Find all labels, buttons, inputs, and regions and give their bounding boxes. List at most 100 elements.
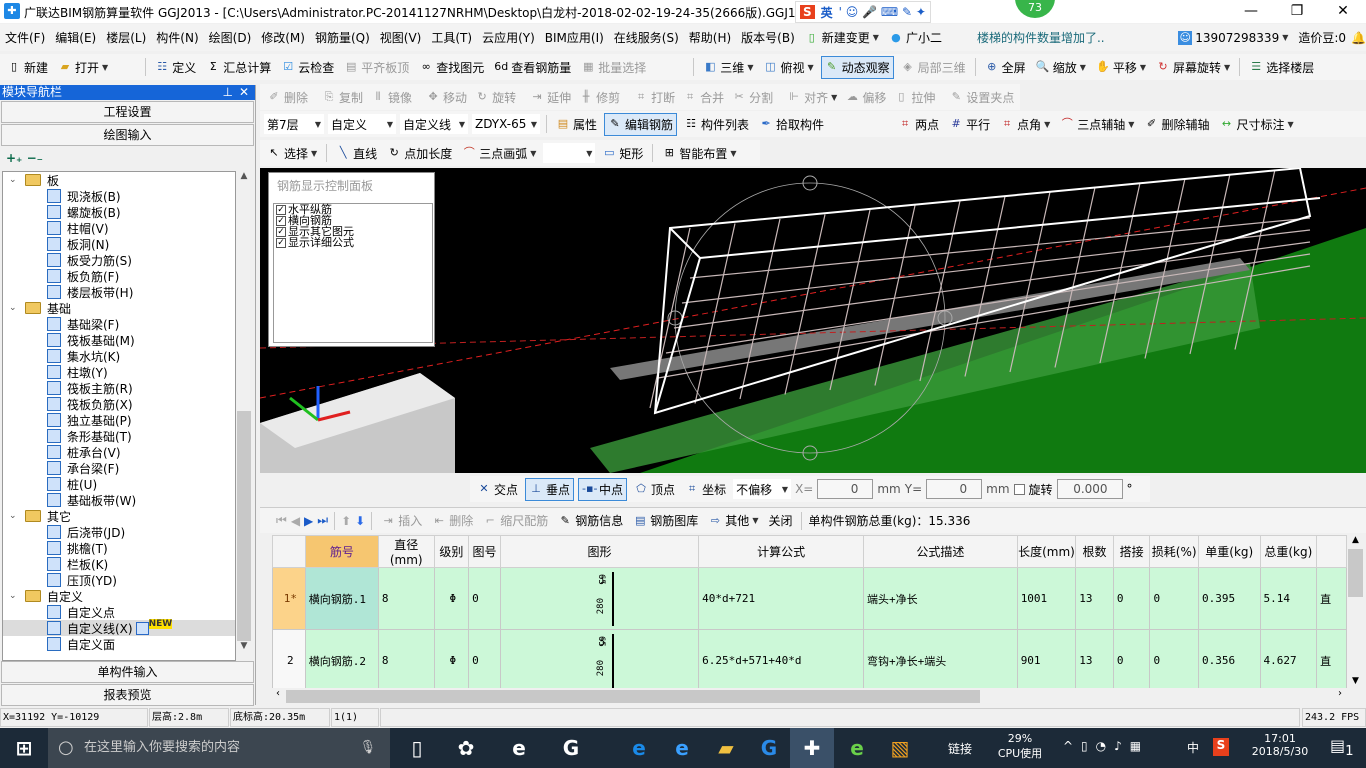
chevron-down-icon[interactable]: ⌄ xyxy=(9,175,19,185)
first-record-icon[interactable]: ⏮ xyxy=(276,513,287,528)
column-header[interactable]: 损耗(%) xyxy=(1149,535,1199,568)
rotate-screen-button[interactable]: ↻ 屏幕旋转 ▼ xyxy=(1153,57,1233,78)
menu-help[interactable]: 帮助(H) xyxy=(684,29,736,46)
cell[interactable]: 直 xyxy=(1316,629,1347,688)
minimize-button[interactable]: — xyxy=(1228,0,1274,23)
link-toolbar[interactable]: 链接 xyxy=(948,740,972,757)
floor-select[interactable]: 第7层 ▼ xyxy=(264,114,324,134)
move-button[interactable]: ✥ 移动 xyxy=(423,87,470,108)
trim-button[interactable]: ╫ 修剪 xyxy=(576,87,623,108)
cell[interactable]: 横向钢筋.1 xyxy=(304,567,379,630)
close-button[interactable]: ✕ xyxy=(1320,0,1366,23)
tree-item[interactable]: 条形基础(T) xyxy=(3,428,235,444)
notice-link[interactable]: 楼梯的构件数量增加了.. xyxy=(977,29,1173,46)
mic-icon[interactable]: 🎙 xyxy=(359,728,376,768)
pick-component-button[interactable]: ✒ 拾取构件 xyxy=(756,114,827,135)
y-input[interactable]: 0 xyxy=(926,479,983,499)
cell[interactable]: 0 xyxy=(1149,629,1199,688)
action-center-icon[interactable]: ▤1 xyxy=(1330,736,1354,759)
tree-group[interactable]: ⌄ 基础 xyxy=(3,300,235,316)
snap-mid-button[interactable]: -▪- 中点 xyxy=(578,477,628,501)
task-view-icon[interactable]: ▯ xyxy=(403,734,431,762)
cell[interactable]: 0 xyxy=(1112,629,1151,688)
speed-badge[interactable]: 73 xyxy=(1015,0,1055,18)
column-header[interactable]: 根数 xyxy=(1075,535,1114,568)
restore-button[interactable]: ❐ xyxy=(1274,0,1320,23)
pin-icon[interactable]: ⊥ xyxy=(223,85,233,100)
shape-cell[interactable]: 65 1 280 xyxy=(499,567,700,630)
snap-perp-button[interactable]: ⊥ 垂点 xyxy=(525,477,575,501)
chevron-down-icon[interactable]: ⌄ xyxy=(9,511,19,521)
tree-item[interactable]: 现浇板(B) xyxy=(3,188,235,204)
stretch-button[interactable]: ▯ 拉伸 xyxy=(891,87,938,108)
tree-item[interactable]: 集水坑(K) xyxy=(3,348,235,364)
expand-collapse-icons[interactable]: +₊ −₋ xyxy=(0,147,255,167)
cell[interactable]: 1001 xyxy=(1016,567,1077,630)
copy-button[interactable]: ⎘ 复制 xyxy=(319,87,366,108)
column-header[interactable]: 长度(mm) xyxy=(1016,535,1077,568)
split-button[interactable]: ✂ 分割 xyxy=(729,87,776,108)
tree-group[interactable]: ⌄ 自定义 xyxy=(3,588,235,604)
delete-axis-button[interactable]: ✐ 删除辅轴 xyxy=(1141,114,1212,135)
cell[interactable]: 横向钢筋.2 xyxy=(304,629,379,688)
move-up-icon[interactable]: ⬆ xyxy=(341,514,351,528)
cell[interactable]: 直 xyxy=(1316,567,1347,630)
align-button[interactable]: ⊩ 对齐 ▼ xyxy=(784,87,840,108)
tree-item[interactable]: 承台梁(F) xyxy=(3,460,235,476)
user-account[interactable]: ☺ 13907298339 ▼ xyxy=(1173,30,1293,45)
cell[interactable]: 8 xyxy=(377,629,435,688)
cell[interactable]: 13 xyxy=(1075,629,1114,688)
edge-icon[interactable]: e xyxy=(625,734,653,762)
menu-rebar[interactable]: 钢筋量(Q) xyxy=(310,29,375,46)
tree-item[interactable]: 柱墩(Y) xyxy=(3,364,235,380)
ime-lang[interactable]: 英 xyxy=(821,4,833,21)
smart-layout-button[interactable]: ⊞ 智能布置 ▼ xyxy=(659,143,739,164)
menu-bim[interactable]: BIM应用(I) xyxy=(540,29,609,46)
sum-calc-button[interactable]: Σ 汇总计算 xyxy=(203,57,274,78)
cell[interactable]: Φ xyxy=(433,567,470,630)
two-point-axis-button[interactable]: ⌗ 两点 xyxy=(895,114,942,135)
cell[interactable]: 6.25*d+571+40*d xyxy=(698,629,865,688)
offset-select[interactable]: 不偏移 ▼ xyxy=(733,479,792,499)
cell[interactable]: Φ xyxy=(433,629,470,688)
shape-cell[interactable]: 65 5 280 xyxy=(499,629,700,688)
ie-icon[interactable]: e xyxy=(668,734,696,762)
rectangle-button[interactable]: ▭ 矩形 xyxy=(599,143,646,164)
find-button[interactable]: ∞ 查找图元 xyxy=(416,57,487,78)
orbit-button[interactable]: ✎ 动态观察 xyxy=(820,55,894,79)
start-button[interactable]: ⊞ xyxy=(10,734,38,762)
report-preview-button[interactable]: 报表预览 xyxy=(1,684,254,706)
table-row[interactable]: 2 横向钢筋.2 8 Φ 0 65 5 280 6.25*d+571+40*d 弯钩+净长+… xyxy=(272,629,1347,688)
point-length-button[interactable]: ↻ 点加长度 xyxy=(384,143,455,164)
cell[interactable]: 0.395 xyxy=(1197,567,1261,630)
column-header[interactable]: 直径(mm) xyxy=(377,535,435,568)
draw-input-button[interactable]: 绘图输入 xyxy=(1,124,254,146)
properties-button[interactable]: ▤ 属性 xyxy=(553,114,600,135)
tree-item[interactable]: 基础板带(W) xyxy=(3,492,235,508)
menu-modify[interactable]: 修改(M) xyxy=(256,29,310,46)
ime-toolbar[interactable]: S 英 ' ☺ 🎤 ⌨ ✎ ✦ xyxy=(795,1,931,23)
new-button[interactable]: ▯ 新建 xyxy=(4,57,51,78)
arc-option-select[interactable]: ▼ xyxy=(543,143,596,163)
offset-button[interactable]: ☁ 偏移 xyxy=(842,87,889,108)
menu-component[interactable]: 构件(N) xyxy=(151,29,203,46)
x-input[interactable]: 0 xyxy=(817,479,874,499)
rebar-info-button[interactable]: ✎ 钢筋信息 xyxy=(555,510,626,531)
cell[interactable]: 端头+净长 xyxy=(863,567,1018,630)
menu-file[interactable]: 文件(F) xyxy=(0,29,50,46)
project-setup-button[interactable]: 工程设置 xyxy=(1,101,254,123)
subtype-select[interactable]: 自定义线 ▼ xyxy=(400,114,468,134)
tree-item[interactable]: 桩承台(V) xyxy=(3,444,235,460)
tree-item[interactable]: 桩(U) xyxy=(3,476,235,492)
column-header[interactable]: 级别 xyxy=(433,535,470,568)
tree-group[interactable]: ⌄ 板 xyxy=(3,172,235,188)
angle-input[interactable]: 0.000 xyxy=(1056,479,1123,499)
tree-group[interactable]: ⌄ 其它 xyxy=(3,508,235,524)
menu-cloud[interactable]: 云应用(Y) xyxy=(477,29,540,46)
sogou-tray-icon[interactable]: S xyxy=(1213,738,1229,756)
three-point-arc-button[interactable]: ⌒ 三点画弧 ▼ xyxy=(459,143,539,164)
file-explorer-icon[interactable]: ▰ xyxy=(712,734,740,762)
menu-online[interactable]: 在线服务(S) xyxy=(609,29,684,46)
close-panel-icon[interactable]: ✕ xyxy=(239,85,249,100)
column-header[interactable]: 单重(kg) xyxy=(1197,535,1261,568)
